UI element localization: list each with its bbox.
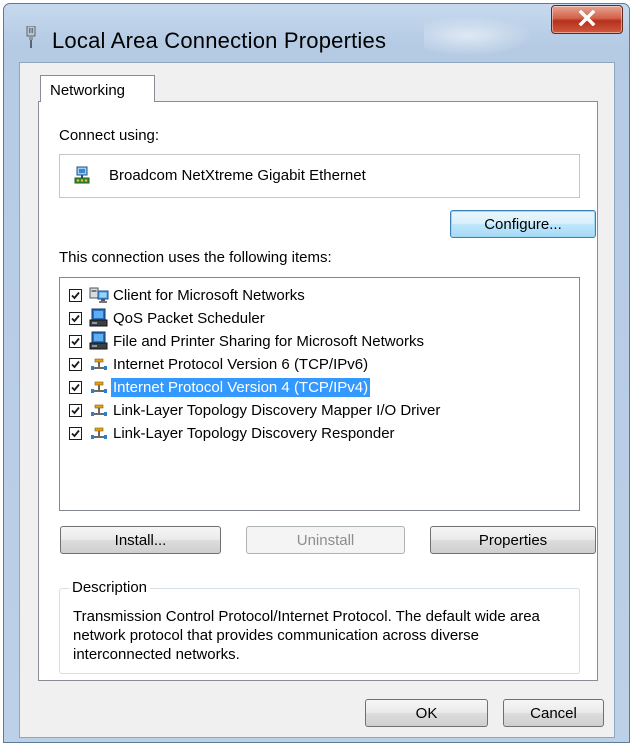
items-list[interactable]: Client for Microsoft Networks QoS Packet… xyxy=(59,277,580,511)
item-checkbox[interactable] xyxy=(69,403,82,417)
list-item[interactable]: Internet Protocol Version 6 (TCP/IPv6) xyxy=(69,353,370,375)
network-service-icon xyxy=(89,331,109,351)
network-client-icon xyxy=(89,285,109,305)
item-label: QoS Packet Scheduler xyxy=(113,309,265,327)
close-button[interactable] xyxy=(551,5,623,34)
cancel-button[interactable]: Cancel xyxy=(503,699,604,727)
item-checkbox[interactable] xyxy=(69,334,82,348)
network-protocol-icon xyxy=(89,354,109,374)
item-label: Client for Microsoft Networks xyxy=(113,286,305,304)
list-item[interactable]: Link-Layer Topology Discovery Mapper I/O… xyxy=(69,399,442,421)
network-connection-icon xyxy=(24,25,38,48)
description-groupbox: Description Transmission Control Protoco… xyxy=(59,579,580,674)
network-protocol-icon xyxy=(89,400,109,420)
adapter-box: Broadcom NetXtreme Gigabit Ethernet xyxy=(59,154,580,198)
item-label: Link-Layer Topology Discovery Responder xyxy=(113,424,395,442)
window-title: Local Area Connection Properties xyxy=(52,28,387,53)
list-item[interactable]: Client for Microsoft Networks xyxy=(69,284,307,306)
list-item[interactable]: File and Printer Sharing for Microsoft N… xyxy=(69,330,426,352)
dialog-window: Local Area Connection Properties Network… xyxy=(3,3,630,743)
list-item[interactable]: Internet Protocol Version 4 (TCP/IPv4) xyxy=(69,376,371,398)
item-checkbox[interactable] xyxy=(69,311,82,325)
close-icon xyxy=(578,9,596,30)
networking-panel: Connect using: Broadcom NetXtreme Gigabi… xyxy=(38,101,598,681)
tab-networking-label: Networking xyxy=(50,82,126,99)
description-text: Transmission Control Protocol/Internet P… xyxy=(73,608,540,663)
description-legend: Description xyxy=(69,579,151,596)
list-item[interactable]: QoS Packet Scheduler xyxy=(69,307,267,329)
item-checkbox[interactable] xyxy=(69,380,82,394)
connect-using-label: Connect using: xyxy=(59,127,160,144)
item-label: Link-Layer Topology Discovery Mapper I/O… xyxy=(113,401,441,419)
item-checkbox[interactable] xyxy=(69,357,82,371)
network-service-icon xyxy=(89,308,109,328)
title-glass-highlight xyxy=(424,16,534,56)
item-label: Internet Protocol Version 6 (TCP/IPv6) xyxy=(113,355,369,373)
uninstall-button[interactable]: Uninstall xyxy=(246,526,405,554)
title-bar[interactable]: Local Area Connection Properties xyxy=(4,4,629,62)
ok-button[interactable]: OK xyxy=(365,699,488,727)
items-label: This connection uses the following items… xyxy=(59,249,332,266)
network-protocol-icon xyxy=(89,423,109,443)
dialog-client-area: Networking Connect using: Broadcom NetXt… xyxy=(19,62,615,738)
install-button[interactable]: Install... xyxy=(60,526,221,554)
item-label-selected: Internet Protocol Version 4 (TCP/IPv4) xyxy=(111,377,371,397)
item-checkbox[interactable] xyxy=(69,288,82,302)
item-label: File and Printer Sharing for Microsoft N… xyxy=(113,332,424,350)
network-protocol-icon xyxy=(89,377,109,397)
network-adapter-icon xyxy=(73,166,93,186)
properties-button[interactable]: Properties xyxy=(430,526,596,554)
item-checkbox[interactable] xyxy=(69,426,82,440)
tab-networking[interactable]: Networking xyxy=(40,75,155,102)
list-item[interactable]: Link-Layer Topology Discovery Responder xyxy=(69,422,397,444)
adapter-name: Broadcom NetXtreme Gigabit Ethernet xyxy=(109,167,366,184)
configure-button[interactable]: Configure... xyxy=(450,210,596,238)
